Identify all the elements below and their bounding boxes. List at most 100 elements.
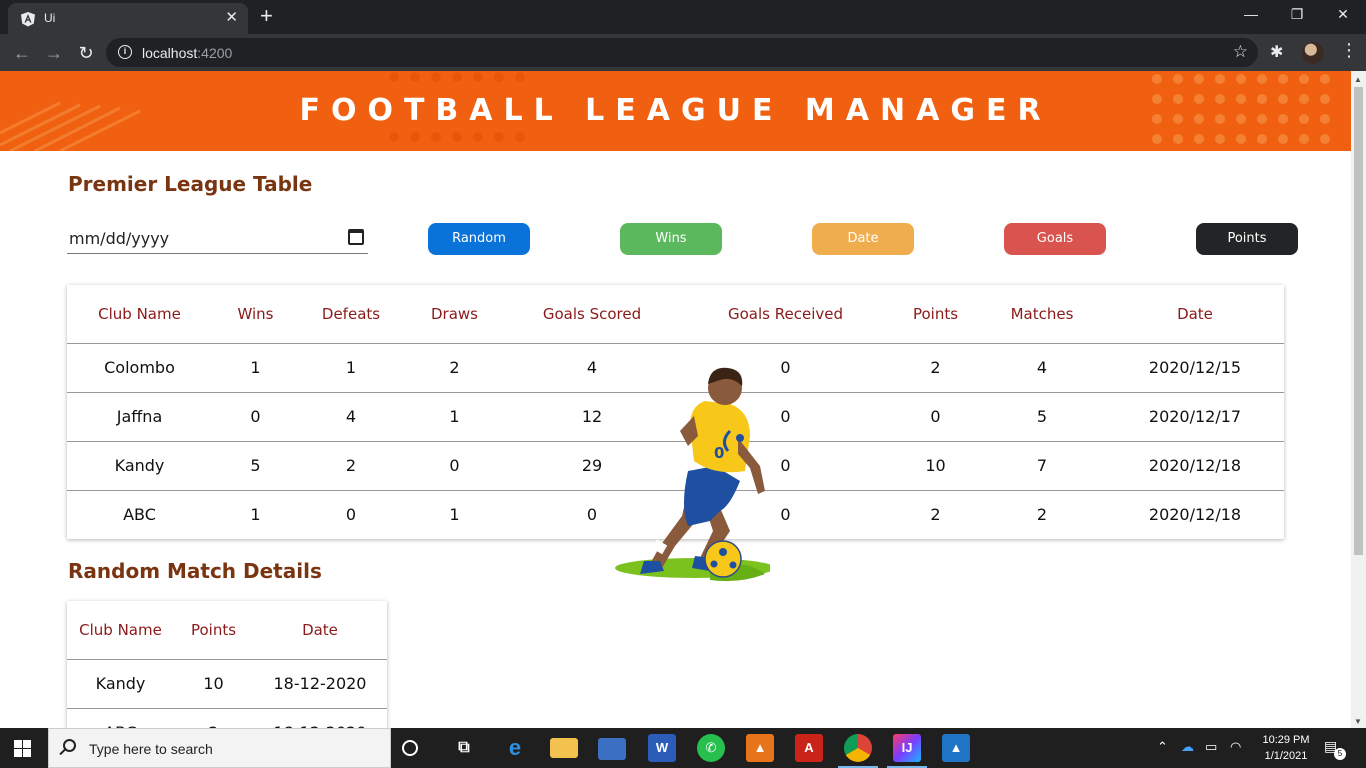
address-bar[interactable]: i localhost:4200 ☆ bbox=[106, 38, 1258, 67]
league-table-header-cell: Points bbox=[893, 285, 978, 344]
reload-icon[interactable]: ↻ bbox=[74, 41, 98, 65]
url-text[interactable]: localhost:4200 bbox=[142, 45, 232, 61]
app-icon[interactable]: ▲ bbox=[746, 734, 774, 762]
wifi-icon[interactable]: ◠ bbox=[1230, 739, 1241, 755]
random-table-cell: 18-12-2020 bbox=[253, 708, 387, 728]
league-table-cell: 1 bbox=[250, 505, 261, 525]
bookmark-star-icon[interactable]: ☆ bbox=[1233, 42, 1248, 62]
page-viewport: FOOTBALL LEAGUE MANAGER Premier League T… bbox=[0, 71, 1351, 728]
onedrive-icon[interactable]: ☁ bbox=[1181, 739, 1194, 755]
league-table-header-cell: Goals Received bbox=[678, 285, 893, 344]
random-section-title: Random Match Details bbox=[68, 559, 322, 583]
league-table-cell: 2 bbox=[893, 343, 978, 393]
app-title: FOOTBALL LEAGUE MANAGER bbox=[299, 93, 1052, 128]
header-banner: FOOTBALL LEAGUE MANAGER bbox=[0, 71, 1351, 151]
sort-date-button[interactable]: Date bbox=[812, 223, 914, 255]
league-table-cell: Colombo bbox=[67, 343, 212, 393]
table-row: Kandy 10 18-12-2020 bbox=[67, 659, 387, 709]
back-icon[interactable]: ← bbox=[10, 41, 34, 65]
league-table-header-cell: Draws bbox=[403, 285, 506, 344]
league-table-cell: 10 bbox=[893, 441, 978, 491]
league-table-cell: 4 bbox=[978, 343, 1106, 393]
league-table-cell: 2020/12/18 bbox=[1106, 441, 1284, 491]
league-table-cell: 2 bbox=[403, 343, 506, 393]
league-section-title: Premier League Table bbox=[68, 172, 313, 196]
league-table-cell: 5 bbox=[978, 392, 1106, 442]
word-icon[interactable]: W bbox=[648, 734, 676, 762]
random-table-card: Club NamePointsDate Kandy1018-12-2020ABC… bbox=[67, 601, 387, 728]
scroll-down-icon[interactable]: ▼ bbox=[1354, 717, 1362, 726]
league-table-cell: 1 bbox=[449, 505, 460, 525]
file-explorer-icon[interactable] bbox=[550, 738, 578, 758]
intellij-icon[interactable]: IJ bbox=[893, 734, 921, 762]
league-table-cell: 4 bbox=[299, 392, 403, 442]
date-placeholder: mm/dd/yyyy bbox=[69, 229, 170, 248]
date-filter-input[interactable]: mm/dd/yyyy bbox=[67, 221, 368, 254]
random-table-cell: 10 bbox=[174, 659, 253, 709]
random-table-cell: 18-12-2020 bbox=[253, 659, 387, 709]
forward-icon[interactable]: → bbox=[42, 41, 66, 65]
sort-wins-button[interactable]: Wins bbox=[620, 223, 722, 255]
browser-toolbar: ← → ↻ i localhost:4200 ☆ ✱ ⋮ bbox=[0, 34, 1366, 71]
page-scrollbar[interactable]: ▲ ▼ bbox=[1351, 71, 1366, 728]
random-match-table: Club NamePointsDate Kandy1018-12-2020ABC… bbox=[67, 601, 387, 728]
league-table-cell: 2 bbox=[930, 505, 941, 525]
chrome-icon[interactable] bbox=[844, 734, 872, 762]
league-table-cell: ABC bbox=[123, 505, 156, 525]
league-table-cell: 0 bbox=[403, 441, 506, 491]
browser-tab-strip: Ui ✕ + — ❐ ✕ bbox=[0, 0, 1366, 34]
battery-icon[interactable]: ▭ bbox=[1205, 739, 1217, 755]
profile-avatar[interactable] bbox=[1302, 42, 1324, 64]
league-table-cell: 2020/12/15 bbox=[1106, 343, 1284, 393]
calendar-icon[interactable] bbox=[348, 229, 364, 245]
taskbar-search[interactable]: Type here to search bbox=[48, 728, 391, 768]
league-table-header-cell: Club Name bbox=[67, 285, 212, 344]
league-table-header-cell: Wins bbox=[212, 285, 299, 344]
league-table-cell: 2020/12/17 bbox=[1106, 392, 1284, 442]
cortana-icon[interactable] bbox=[402, 740, 418, 756]
sort-goals-button[interactable]: Goals bbox=[1004, 223, 1106, 255]
league-table-cell: 5 bbox=[212, 441, 299, 491]
angular-icon bbox=[21, 12, 35, 27]
scroll-up-icon[interactable]: ▲ bbox=[1354, 75, 1362, 84]
league-table-header-cell: Defeats bbox=[299, 285, 403, 344]
random-table-cell: Kandy bbox=[67, 659, 174, 709]
league-table-cell: 2 bbox=[299, 441, 403, 491]
browser-menu-icon[interactable]: ⋮ bbox=[1340, 40, 1358, 61]
browser-tab[interactable]: Ui ✕ bbox=[8, 3, 248, 34]
league-table-cell: 1 bbox=[212, 343, 299, 393]
tab-close-icon[interactable]: ✕ bbox=[225, 9, 238, 27]
random-button[interactable]: Random bbox=[428, 223, 530, 255]
league-table-cell: 0 bbox=[212, 392, 299, 442]
extensions-icon[interactable]: ✱ bbox=[1270, 42, 1283, 62]
football-player-illustration: 0 bbox=[615, 367, 770, 582]
acrobat-icon[interactable]: A bbox=[795, 734, 823, 762]
edge-icon[interactable]: e bbox=[501, 734, 529, 762]
league-table-header-cell: Goals Scored bbox=[506, 285, 678, 344]
store-icon[interactable] bbox=[598, 738, 626, 760]
sort-points-button[interactable]: Points bbox=[1196, 223, 1298, 255]
clock-date: 1/1/2021 bbox=[1264, 750, 1308, 762]
site-info-icon[interactable]: i bbox=[118, 45, 132, 59]
photos-icon[interactable]: ▲ bbox=[942, 734, 970, 762]
new-tab-button[interactable]: + bbox=[260, 5, 273, 27]
minimize-button[interactable]: — bbox=[1228, 6, 1274, 22]
close-window-button[interactable]: ✕ bbox=[1320, 6, 1366, 23]
league-table-cell: 2020/12/18 bbox=[1148, 505, 1242, 525]
random-table-header-cell: Date bbox=[253, 601, 387, 660]
league-table-cell: 2 bbox=[1036, 505, 1048, 525]
windows-taskbar: Type here to search ⧉ e W ✆ ▲ A IJ ▲ ⌃ ☁… bbox=[0, 728, 1366, 768]
restore-button[interactable]: ❐ bbox=[1274, 6, 1320, 23]
table-row: ABC218-12-2020 bbox=[67, 708, 387, 728]
system-clock[interactable]: 10:29 PM 1/1/2021 bbox=[1254, 732, 1318, 764]
whatsapp-icon[interactable]: ✆ bbox=[697, 734, 725, 762]
task-view-icon[interactable]: ⧉ bbox=[450, 734, 478, 762]
notification-count: 5 bbox=[1334, 748, 1346, 760]
league-table-header-cell: Date bbox=[1106, 285, 1284, 344]
random-table-header-cell: Club Name bbox=[67, 601, 174, 660]
search-icon bbox=[63, 739, 76, 752]
windows-start-icon[interactable] bbox=[14, 740, 31, 757]
league-table-cell: Jaffna bbox=[67, 392, 212, 442]
scroll-thumb[interactable] bbox=[1354, 87, 1363, 555]
show-hidden-icons[interactable]: ⌃ bbox=[1157, 739, 1168, 755]
